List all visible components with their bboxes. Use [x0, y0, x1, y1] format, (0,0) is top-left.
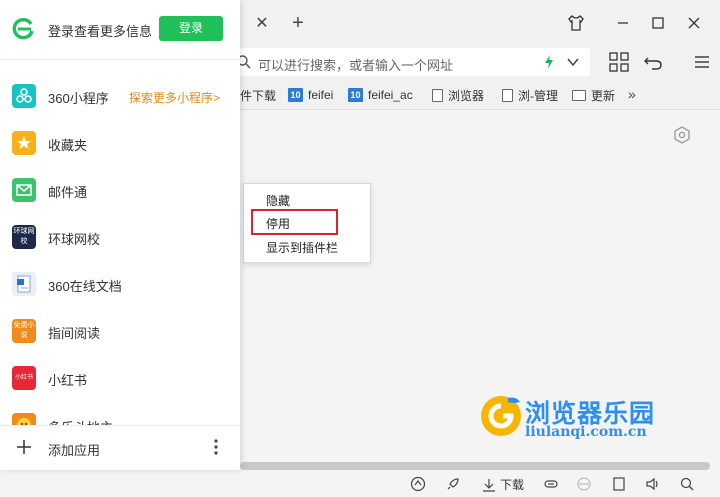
- bookmark-item[interactable]: 浏览器: [432, 87, 484, 103]
- panel-footer: 添加应用: [0, 425, 240, 470]
- bookmark-label: feifei_ac: [368, 88, 413, 102]
- explore-more-link[interactable]: 探索更多小程序>: [129, 89, 220, 106]
- new-tab-button[interactable]: +: [287, 12, 309, 34]
- page-icon: [502, 88, 513, 102]
- browser-logo-icon: [12, 17, 34, 40]
- context-menu: 隐藏 停用 显示到插件栏: [243, 183, 371, 263]
- app-label: 360在线文档: [48, 279, 122, 294]
- watermark-url: liulanqi.com.cn: [525, 424, 647, 440]
- app-label: 邮件通: [48, 185, 88, 200]
- folder-icon: [572, 89, 586, 101]
- app-label: 360小程序: [48, 91, 109, 106]
- address-input[interactable]: 可以进行搜索，或者输入一个网址: [230, 48, 590, 76]
- volume-icon[interactable]: [645, 476, 661, 492]
- undo-icon[interactable]: [642, 50, 666, 74]
- app-item-mail[interactable]: 邮件通: [0, 170, 240, 210]
- menu-item-hide[interactable]: 隐藏: [266, 192, 290, 209]
- close-window-icon[interactable]: [683, 12, 705, 34]
- app-label: 小红书: [48, 373, 88, 388]
- more-vertical-icon[interactable]: [210, 438, 222, 456]
- bookmark-label: 浏览器: [448, 88, 485, 103]
- add-app-button[interactable]: 添加应用: [48, 440, 100, 459]
- bookmark-label: 件下载: [240, 88, 277, 103]
- login-prompt: 登录查看更多信息: [48, 24, 153, 39]
- download-label: 下载: [500, 478, 525, 492]
- mail-icon: [12, 178, 36, 202]
- watermark-logo: [481, 396, 521, 436]
- download-icon: [483, 478, 495, 492]
- panel-header: 登录查看更多信息 登录: [0, 0, 240, 60]
- highlight-box: [251, 209, 338, 235]
- minimize-icon[interactable]: [612, 12, 634, 34]
- apps-grid-icon[interactable]: [607, 50, 631, 74]
- bookmark-item[interactable]: 10 feifei: [288, 87, 333, 103]
- app-item-favorites[interactable]: 收藏夹: [0, 123, 240, 163]
- link-icon[interactable]: [543, 476, 559, 492]
- chevron-down-icon[interactable]: [566, 56, 580, 68]
- zoom-search-icon[interactable]: [679, 476, 695, 492]
- app-label: 指间阅读: [48, 326, 101, 341]
- app-label: 环球网校: [48, 232, 101, 247]
- bookmark-label: 浏-管理: [518, 88, 558, 103]
- novel-icon: 免费小说: [12, 319, 36, 343]
- menu-icon[interactable]: [690, 50, 714, 74]
- menu-item-show-in-toolbar[interactable]: 显示到插件栏: [266, 239, 338, 256]
- hqwx-icon: 环球网校: [12, 225, 36, 249]
- app-item-hqwx[interactable]: 环球网校 环球网校: [0, 217, 240, 257]
- side-panel: 登录查看更多信息 登录 360小程序 探索更多小程序> 收藏夹 邮件通 环球网校…: [0, 0, 240, 470]
- address-placeholder: 可以进行搜索，或者输入一个网址: [258, 58, 454, 73]
- ten-icon: 10: [348, 88, 363, 102]
- horizontal-scrollbar[interactable]: [240, 462, 710, 470]
- app-item-reading[interactable]: 免费小说 指间阅读: [0, 311, 240, 351]
- plus-icon[interactable]: [15, 438, 33, 456]
- ten-icon: 10: [288, 88, 303, 102]
- bookmarks-overflow-button[interactable]: »: [628, 86, 636, 102]
- bookmark-label: feifei: [308, 88, 334, 102]
- mini-program-icon: [12, 84, 36, 108]
- download-button[interactable]: 下载: [482, 476, 524, 493]
- bookmark-item[interactable]: 更新: [572, 87, 615, 103]
- settings-hexagon-icon[interactable]: [672, 125, 692, 145]
- doc-icon: [12, 272, 36, 296]
- bookmark-item[interactable]: 10 feifei_ac: [348, 87, 413, 103]
- lightning-icon[interactable]: [542, 54, 556, 70]
- star-icon: [12, 131, 36, 155]
- maximize-icon[interactable]: [647, 12, 669, 34]
- skin-shirt-icon[interactable]: [565, 12, 587, 34]
- tab-close-button[interactable]: ✕: [252, 14, 272, 34]
- login-button[interactable]: 登录: [159, 16, 223, 41]
- bookmark-item[interactable]: 浏-管理: [502, 87, 558, 103]
- page-icon: [432, 88, 443, 102]
- app-label: 收藏夹: [48, 138, 88, 153]
- rocket-icon[interactable]: [445, 476, 461, 492]
- bookmark-item[interactable]: 件下载: [240, 87, 276, 103]
- app-item-online-doc[interactable]: 360在线文档: [0, 264, 240, 304]
- window-icon[interactable]: [611, 476, 627, 492]
- app-item-xiaohongshu[interactable]: 小红书 小红书: [0, 358, 240, 398]
- xiaohongshu-icon: 小红书: [12, 366, 36, 390]
- bookmark-label: 更新: [591, 88, 616, 103]
- refresh-circle-icon[interactable]: [410, 476, 426, 492]
- ie-mode-icon[interactable]: [576, 476, 592, 492]
- app-item-mini-program[interactable]: 360小程序 探索更多小程序>: [0, 76, 240, 116]
